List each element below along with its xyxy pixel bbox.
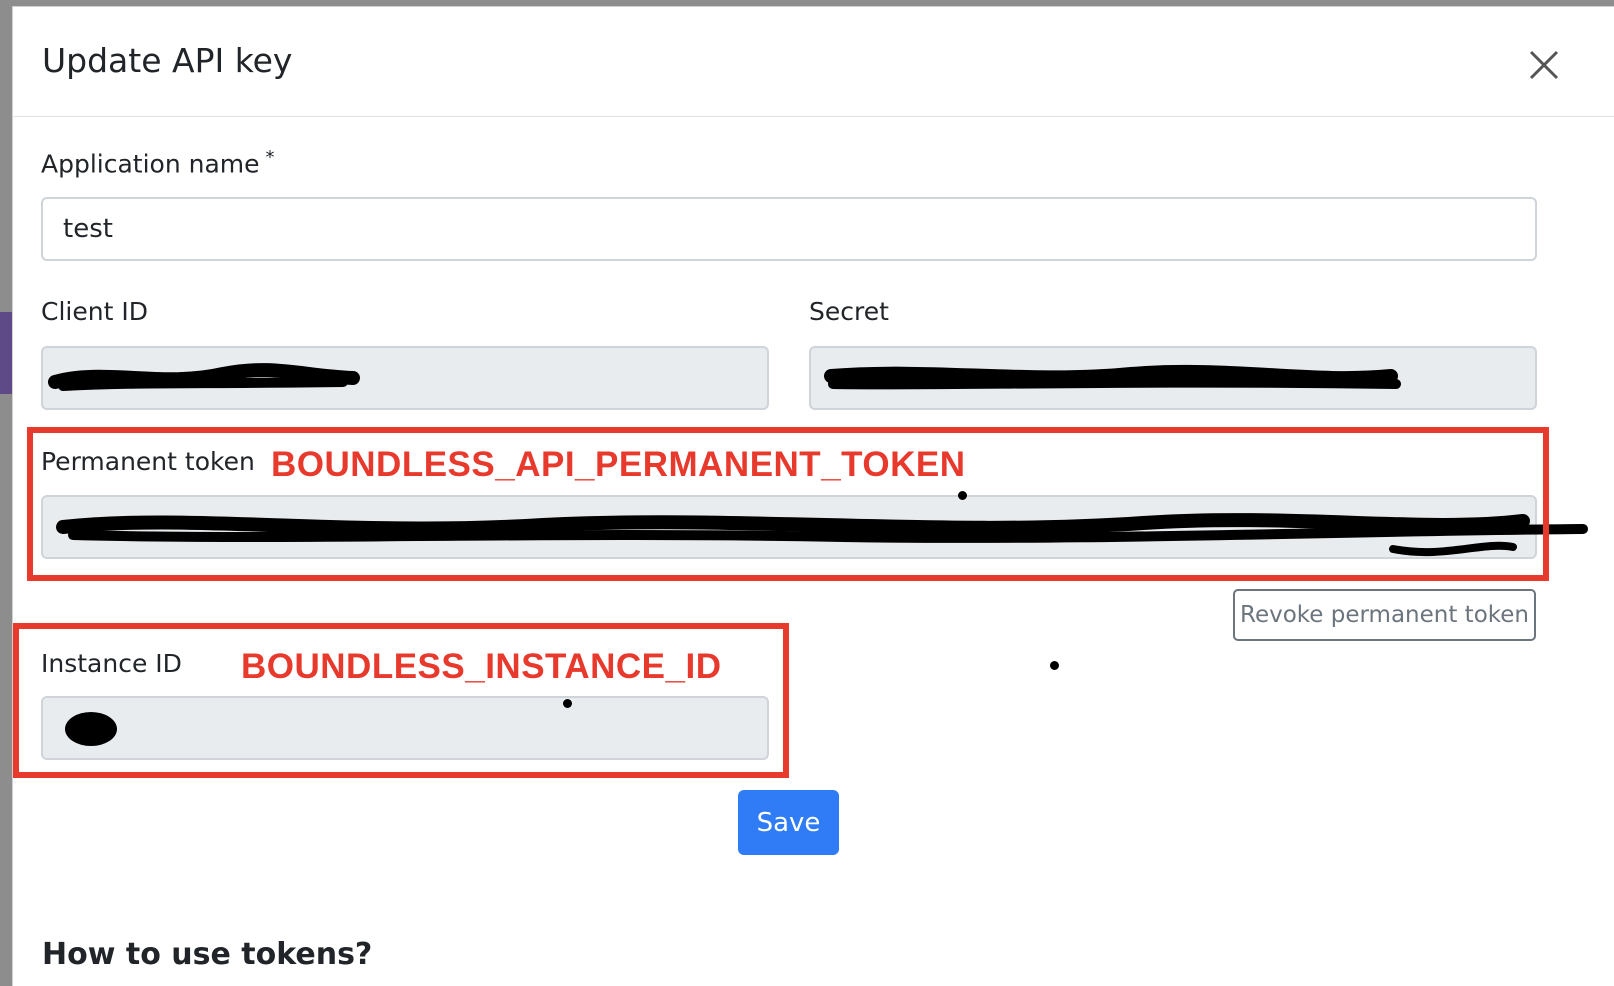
client-id-field[interactable] xyxy=(41,346,769,410)
required-marker: * xyxy=(265,147,275,168)
close-icon[interactable] xyxy=(1526,47,1562,83)
permanent-token-highlight-box xyxy=(27,427,1549,581)
client-id-label: Client ID xyxy=(41,297,148,326)
secret-redaction xyxy=(824,364,1401,390)
application-name-label-text: Application name xyxy=(41,149,260,179)
client-id-redaction xyxy=(48,363,360,391)
stray-dot xyxy=(958,491,967,500)
stray-dot xyxy=(1050,661,1059,670)
how-to-use-tokens-heading: How to use tokens? xyxy=(42,937,373,972)
application-name-input[interactable]: test xyxy=(41,197,1537,261)
stray-dot xyxy=(563,699,572,708)
instance-id-highlight-box xyxy=(13,623,789,778)
application-name-value: test xyxy=(63,214,113,244)
save-button[interactable]: Save xyxy=(738,790,839,855)
revoke-permanent-token-button[interactable]: Revoke permanent token xyxy=(1233,589,1536,641)
secret-field[interactable] xyxy=(809,346,1537,410)
modal-header: Update API key xyxy=(13,7,1614,117)
modal-title: Update API key xyxy=(42,41,293,80)
secret-label: Secret xyxy=(809,297,889,326)
update-api-key-modal: Update API key Application name * test Cl… xyxy=(12,6,1614,986)
background-sidebar-accent xyxy=(0,312,12,394)
application-name-label: Application name * xyxy=(41,147,275,178)
